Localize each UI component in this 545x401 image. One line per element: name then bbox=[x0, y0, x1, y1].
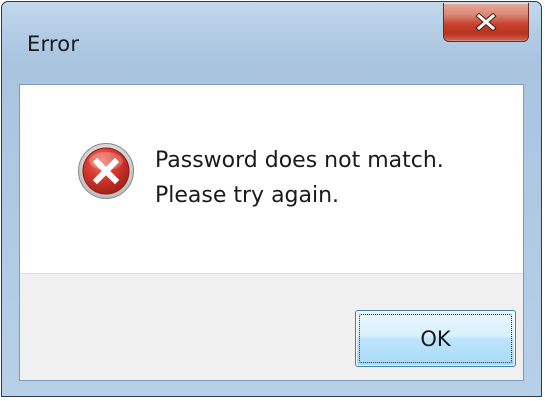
window-title: Error bbox=[27, 32, 80, 56]
dialog-client-area: Password does not match. Please try agai… bbox=[19, 84, 524, 381]
ok-button[interactable]: OK bbox=[355, 310, 516, 367]
message-area: Password does not match. Please try agai… bbox=[20, 85, 523, 273]
close-button[interactable] bbox=[443, 3, 529, 42]
message-line-2: Please try again. bbox=[155, 183, 340, 208]
error-message: Password does not match. Please try agai… bbox=[155, 143, 444, 213]
button-bar: OK bbox=[20, 273, 523, 380]
ok-button-label: OK bbox=[420, 326, 451, 351]
title-bar[interactable]: Error bbox=[2, 2, 541, 84]
close-icon bbox=[475, 13, 497, 31]
error-dialog-window: Error Password does not match. Please tr… bbox=[1, 1, 542, 397]
error-icon bbox=[77, 142, 135, 200]
message-line-1: Password does not match. bbox=[155, 148, 444, 173]
